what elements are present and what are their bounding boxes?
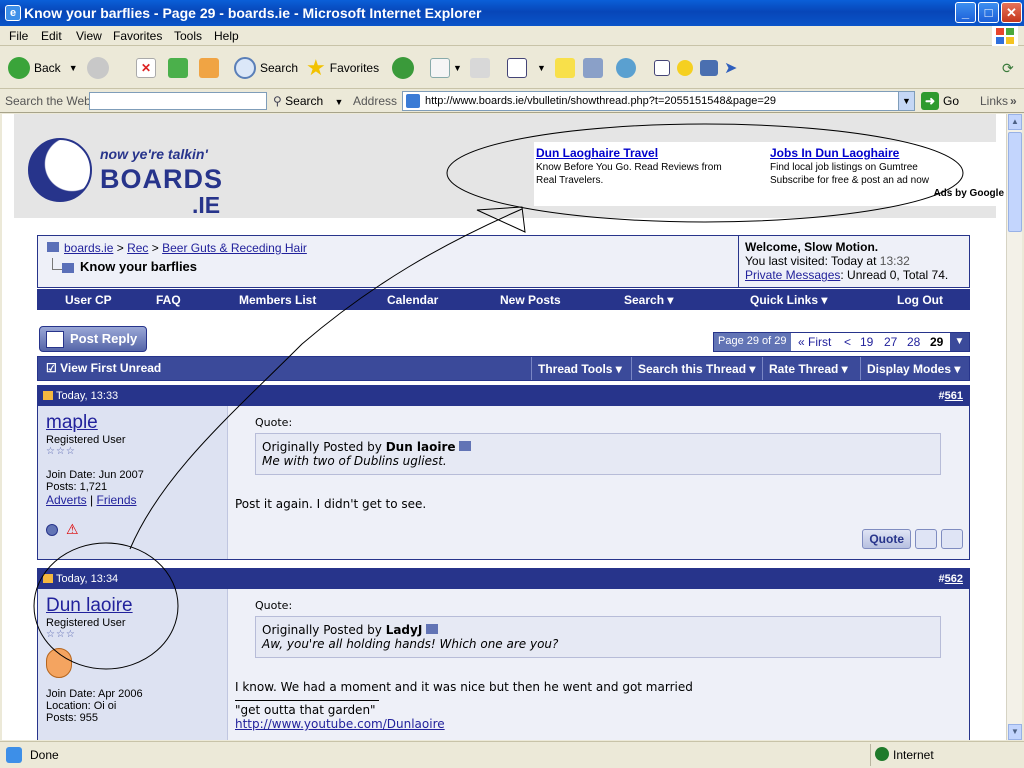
scroll-down-arrow-icon[interactable]: ▼ <box>1008 724 1022 740</box>
page-viewport: now ye're talkin' BOARDS .IE Dun Laoghai… <box>2 114 1006 740</box>
close-button[interactable]: ✕ <box>1001 2 1022 23</box>
grip-icon: ⟳ <box>1002 59 1014 76</box>
refresh-icon <box>168 58 188 78</box>
status-bar: Done Internet <box>0 741 1024 768</box>
address-label: Address <box>353 94 398 108</box>
scroll-thumb[interactable] <box>1008 132 1022 232</box>
magnifier-icon: ⚲ <box>273 94 282 108</box>
smiley-button[interactable] <box>677 55 693 81</box>
toolbar-grip[interactable]: ⟳ <box>1002 55 1014 81</box>
smiley-icon <box>677 60 693 76</box>
vertical-scrollbar[interactable]: ▲ ▼ <box>1006 114 1022 740</box>
messenger-icon <box>616 58 636 78</box>
research-icon <box>583 58 603 78</box>
scroll-up-arrow-icon[interactable]: ▲ <box>1008 114 1022 130</box>
annotation-ellipse-ads <box>446 123 964 223</box>
browser-window: e Know your barflies - Page 29 - boards.… <box>0 0 1024 768</box>
search-web-button[interactable]: ⚲ Search ▼ <box>273 94 343 108</box>
windows-logo-icon <box>992 26 1018 46</box>
annotation-ellipse-username <box>33 542 179 670</box>
minimize-button[interactable]: _ <box>955 2 976 23</box>
security-zone: Internet <box>893 748 934 762</box>
print-button[interactable] <box>470 55 490 81</box>
page-status-icon <box>6 747 22 763</box>
menu-view[interactable]: View <box>76 29 102 43</box>
monitor-button[interactable] <box>700 55 718 81</box>
search-button[interactable]: Search <box>234 55 298 81</box>
mail-icon <box>430 58 450 78</box>
menu-bar: File Edit View Favorites Tools Help <box>0 26 1024 46</box>
maximize-button[interactable]: □ <box>978 2 999 23</box>
page-icon <box>654 60 670 76</box>
links-chevron-icon[interactable]: » <box>1010 94 1017 108</box>
page-favicon-icon <box>406 94 420 108</box>
cursor-icon: ➤ <box>724 60 738 77</box>
monitor-icon <box>700 60 718 76</box>
favorites-button[interactable]: ★ Favorites <box>306 55 379 81</box>
research-button[interactable] <box>583 55 603 81</box>
search-web-label: Search the Web <box>5 94 91 108</box>
annotation-arrow <box>129 208 523 550</box>
edit-button[interactable]: ▼ <box>507 55 546 81</box>
address-bar: Search the Web ⚲ Search ▼ Address http:/… <box>0 89 1024 113</box>
go-arrow-icon: ➜ <box>921 92 939 110</box>
menu-help[interactable]: Help <box>214 29 239 43</box>
forward-button[interactable] <box>87 55 113 81</box>
forward-arrow-icon <box>87 57 109 79</box>
status-divider <box>870 744 871 766</box>
stop-icon: ✕ <box>136 58 156 78</box>
star-icon: ★ <box>306 55 326 80</box>
word-icon <box>507 58 527 78</box>
history-button[interactable] <box>392 55 418 81</box>
back-button[interactable]: Back ▼ <box>8 55 78 81</box>
window-title: Know your barflies - Page 29 - boards.ie… <box>24 5 482 21</box>
go-button[interactable]: ➜ Go <box>921 92 959 110</box>
stop-button[interactable]: ✕ <box>136 55 156 81</box>
toolbar: Back ▼ ✕ Search ★ Favorites ▼ ▼ ➤ ⟳ <box>0 47 1024 89</box>
menu-edit[interactable]: Edit <box>41 29 62 43</box>
back-arrow-icon <box>8 57 30 79</box>
print-icon <box>470 58 490 78</box>
history-icon <box>392 57 414 79</box>
chevron-down-icon: ▼ <box>68 63 78 73</box>
address-url: http://www.boards.ie/vbulletin/showthrea… <box>425 95 777 107</box>
links-label[interactable]: Links <box>980 94 1008 108</box>
home-icon <box>199 58 219 78</box>
back-label: Back <box>34 61 61 75</box>
notes-button[interactable] <box>555 55 575 81</box>
ie-icon: e <box>5 5 21 21</box>
menu-tools[interactable]: Tools <box>174 29 202 43</box>
menu-file[interactable]: File <box>9 29 28 43</box>
status-text: Done <box>30 748 59 762</box>
ie-button[interactable] <box>654 55 670 81</box>
address-input[interactable]: http://www.boards.ie/vbulletin/showthrea… <box>402 91 915 111</box>
search-label: Search <box>260 61 299 75</box>
cursor-button[interactable]: ➤ <box>724 55 737 81</box>
internet-globe-icon <box>875 747 889 761</box>
title-bar: e Know your barflies - Page 29 - boards.… <box>0 0 1024 26</box>
address-dropdown[interactable]: ▼ <box>898 92 914 110</box>
search-icon <box>234 57 256 79</box>
refresh-button[interactable] <box>168 55 188 81</box>
home-button[interactable] <box>199 55 219 81</box>
messenger-button[interactable] <box>616 55 636 81</box>
favorites-label: Favorites <box>329 61 380 75</box>
search-web-input[interactable] <box>89 92 267 110</box>
note-icon <box>555 58 575 78</box>
menu-favorites[interactable]: Favorites <box>113 29 162 43</box>
mail-button[interactable]: ▼ <box>430 55 462 81</box>
annotation-overlay <box>33 123 964 670</box>
